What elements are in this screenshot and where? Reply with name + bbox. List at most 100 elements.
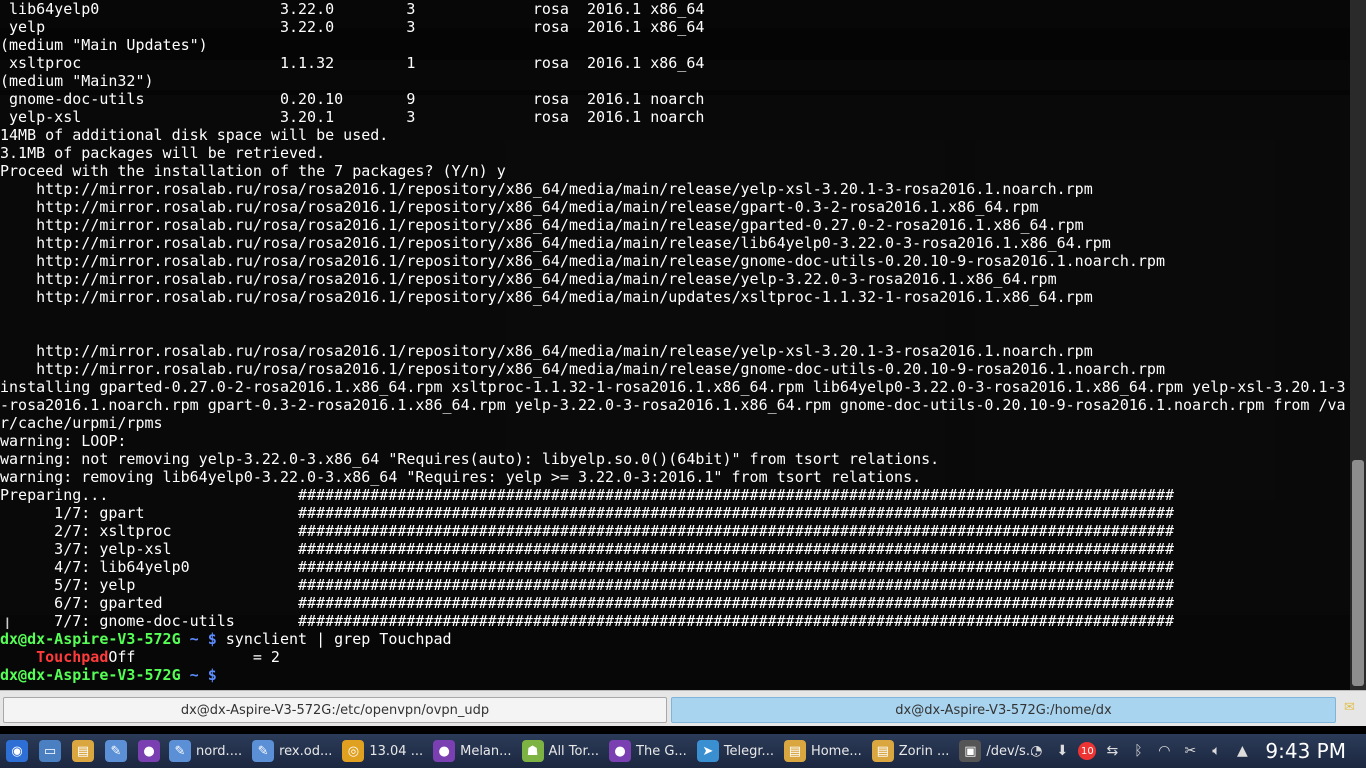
terminal-line: http://mirror.rosalab.ru/rosa/rosa2016.1… bbox=[0, 234, 1350, 252]
terminal-line: http://mirror.rosalab.ru/rosa/rosa2016.1… bbox=[0, 288, 1350, 306]
terminal-line: 5/7: yelp ##############################… bbox=[0, 576, 1350, 594]
android-icon: ☗ bbox=[521, 740, 544, 762]
taskbar-window-button[interactable]: ☗ All Tor... bbox=[518, 737, 603, 765]
folder-icon: ▤ bbox=[783, 740, 806, 762]
terminal-text: 1/7: gpart #############################… bbox=[0, 504, 1174, 522]
taskbar-window-button[interactable]: ➤ Telegr... bbox=[693, 737, 778, 765]
terminal-line: xsltproc 1.1.32 1 rosa 2016.1 x86_64 bbox=[0, 54, 1350, 72]
taskbar: ◉ ▭ ▤ ✎ ● ✎ nord.... ✎ rex.od... ◎ 13.04 ... ● Mela… bbox=[0, 734, 1366, 768]
terminal-line: yelp 3.22.0 3 rosa 2016.1 x86_64 bbox=[0, 18, 1350, 36]
terminal-line: http://mirror.rosalab.ru/rosa/rosa2016.1… bbox=[0, 180, 1350, 198]
network-share-icon[interactable]: ⇆ bbox=[1103, 742, 1121, 760]
notification-badge[interactable]: 10 bbox=[1078, 742, 1097, 760]
terminal-output[interactable]: lib64yelp0 3.22.0 3 rosa 2016.1 x86_64 y… bbox=[0, 0, 1350, 690]
prompt-path: ~ $ bbox=[180, 666, 217, 684]
system-tray: ◔ ⬇ 10 ⇆ ᛒ ◠ ✂ 🔈︎ ▲ 9:43 PM bbox=[1023, 734, 1366, 768]
terminal-text: lib64yelp0 3.22.0 3 rosa 2016.1 x86_64 bbox=[0, 0, 705, 18]
terminal-line: 7/7: gnome-doc-utils ###################… bbox=[0, 612, 1350, 630]
terminal-text: 7/7: gnome-doc-utils ###################… bbox=[0, 612, 1174, 630]
wifi-icon[interactable]: ◠ bbox=[1155, 742, 1173, 760]
clock[interactable]: 9:43 PM bbox=[1265, 739, 1346, 763]
download-icon[interactable]: ⬇ bbox=[1053, 742, 1071, 760]
file-manager-icon[interactable]: ▤ bbox=[72, 740, 94, 762]
update-manager-icon[interactable]: ◔ bbox=[1027, 742, 1045, 760]
terminal-text: http://mirror.rosalab.ru/rosa/rosa2016.1… bbox=[0, 180, 1093, 198]
terminal-scrollbar[interactable] bbox=[1350, 0, 1366, 690]
terminal-text: gnome-doc-utils 0.20.10 9 rosa 2016.1 no… bbox=[0, 90, 705, 108]
taskbar-window-button[interactable]: ▤ Home... bbox=[780, 737, 866, 765]
terminal-text: 2/7: xsltproc ##########################… bbox=[0, 522, 1174, 540]
taskbar-window-label: All Tor... bbox=[548, 743, 600, 759]
terminal-text: 5/7: yelp ##############################… bbox=[0, 576, 1174, 594]
volume-icon[interactable]: 🔈︎ bbox=[1207, 742, 1225, 760]
taskbar-window-button[interactable]: ▤ Zorin ... bbox=[868, 737, 954, 765]
terminal-text: r/cache/urpmi/rpms bbox=[0, 414, 163, 432]
terminal-line: (medium "Main Updates") bbox=[0, 36, 1350, 54]
terminal-text: yelp 3.22.0 3 rosa 2016.1 x86_64 bbox=[0, 18, 705, 36]
taskbar-window-label: Zorin ... bbox=[898, 743, 950, 759]
terminal-line: Proceed with the installation of the 7 p… bbox=[0, 162, 1350, 180]
taskbar-window-button[interactable]: ✎ rex.od... bbox=[248, 737, 336, 765]
prompt-user: dx@dx-Aspire-V3-572G bbox=[0, 630, 181, 648]
terminal-line: http://mirror.rosalab.ru/rosa/rosa2016.1… bbox=[0, 360, 1350, 378]
terminal-text: yelp-xsl 3.20.1 3 rosa 2016.1 noarch bbox=[0, 108, 705, 126]
tab-openvpn[interactable]: dx@dx-Aspire-V3-572G:/etc/openvpn/ovpn_u… bbox=[3, 697, 667, 723]
terminal-line: warning: removing lib64yelp0-3.22.0-3.x8… bbox=[0, 468, 1350, 486]
terminal-text: synclient | grep Touchpad bbox=[216, 630, 452, 648]
terminal-text: (medium "Main32") bbox=[0, 72, 154, 90]
terminal-text: warning: not removing yelp-3.22.0-3.x86_… bbox=[0, 450, 940, 468]
terminal-text: 14MB of additional disk space will be us… bbox=[0, 126, 389, 144]
terminal-line: http://mirror.rosalab.ru/rosa/rosa2016.1… bbox=[0, 252, 1350, 270]
terminal-line: http://mirror.rosalab.ru/rosa/rosa2016.1… bbox=[0, 342, 1350, 360]
clipboard-scissors-icon[interactable]: ✂ bbox=[1181, 742, 1199, 760]
terminal-text: http://mirror.rosalab.ru/rosa/rosa2016.1… bbox=[0, 270, 1057, 288]
terminal-text: Proceed with the installation of the 7 p… bbox=[0, 162, 506, 180]
chrome-icon: ◎ bbox=[342, 740, 365, 762]
taskbar-window-label: nord.... bbox=[196, 743, 243, 759]
terminal-line: 2/7: xsltproc ##########################… bbox=[0, 522, 1350, 540]
match: Touchpad bbox=[36, 648, 109, 666]
tor-browser-icon: ● bbox=[433, 740, 456, 762]
start-menu-icon[interactable]: ◉ bbox=[6, 740, 28, 762]
terminal-text: Preparing... ###########################… bbox=[0, 486, 1174, 504]
terminal-line: 3/7: yelp-xsl ##########################… bbox=[0, 540, 1350, 558]
taskbar-window-button[interactable]: ● Melan... bbox=[429, 737, 515, 765]
terminal-line: 3.1MB of packages will be retrieved. bbox=[0, 144, 1350, 162]
telegram-icon: ➤ bbox=[696, 740, 719, 762]
tray-expand-icon[interactable]: ▲ bbox=[1233, 742, 1251, 760]
scrollbar-thumb[interactable] bbox=[1352, 460, 1364, 686]
tor-browser-icon[interactable]: ● bbox=[138, 740, 160, 762]
taskbar-window-label: Telegr... bbox=[723, 743, 774, 759]
terminal-text: -rosa2016.1.noarch.rpm gpart-0.3-2-rosa2… bbox=[0, 396, 1346, 414]
terminal-text: Off = 2 bbox=[108, 648, 280, 666]
terminal-line: (medium "Main32") bbox=[0, 72, 1350, 90]
terminal-text: 3/7: yelp-xsl ##########################… bbox=[0, 540, 1174, 558]
taskbar-window-label: rex.od... bbox=[279, 743, 333, 759]
prompt-user: dx@dx-Aspire-V3-572G bbox=[0, 666, 181, 684]
terminal-line: gnome-doc-utils 0.20.10 9 rosa 2016.1 no… bbox=[0, 90, 1350, 108]
terminal-text: xsltproc 1.1.32 1 rosa 2016.1 x86_64 bbox=[0, 54, 705, 72]
terminal-line: installing gparted-0.27.0-2-rosa2016.1.x… bbox=[0, 378, 1350, 396]
new-tab-icon[interactable]: ✉ bbox=[1344, 700, 1360, 716]
terminal-line: yelp-xsl 3.20.1 3 rosa 2016.1 noarch bbox=[0, 108, 1350, 126]
terminal-text: 6/7: gparted ###########################… bbox=[0, 594, 1174, 612]
terminal-line: http://mirror.rosalab.ru/rosa/rosa2016.1… bbox=[0, 198, 1350, 216]
terminal-line: 1/7: gpart #############################… bbox=[0, 504, 1350, 522]
taskbar-window-label: Melan... bbox=[460, 743, 512, 759]
text-editor-icon[interactable]: ✎ bbox=[105, 740, 127, 762]
text-editor-icon: ✎ bbox=[169, 740, 191, 762]
terminal-line: http://mirror.rosalab.ru/rosa/rosa2016.1… bbox=[0, 216, 1350, 234]
taskbar-window-button[interactable]: ● The G... bbox=[605, 737, 691, 765]
taskbar-window-button[interactable]: ✎ nord.... bbox=[165, 737, 246, 765]
bluetooth-icon[interactable]: ᛒ bbox=[1129, 742, 1147, 760]
show-desktop-icon[interactable]: ▭ bbox=[39, 740, 61, 762]
taskbar-window-label: The G... bbox=[636, 743, 687, 759]
terminal-line: -rosa2016.1.noarch.rpm gpart-0.3-2-rosa2… bbox=[0, 396, 1350, 414]
terminal-line: Preparing... ###########################… bbox=[0, 486, 1350, 504]
quick-launch: ◉ ▭ ▤ ✎ ● bbox=[0, 740, 165, 762]
folder-icon: ▤ bbox=[871, 740, 894, 762]
taskbar-window-button[interactable]: ◎ 13.04 ... bbox=[338, 737, 427, 765]
tab-home-dx[interactable]: dx@dx-Aspire-V3-572G:/home/dx bbox=[671, 697, 1336, 723]
